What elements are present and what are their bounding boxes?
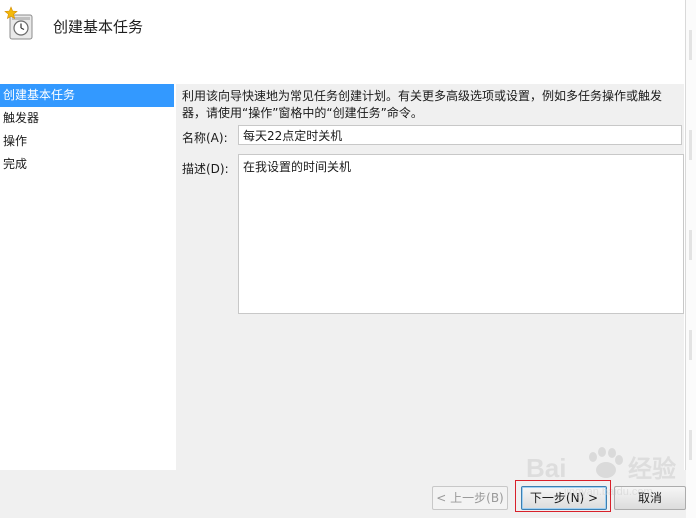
svg-text:经验: 经验 bbox=[628, 455, 676, 483]
name-input[interactable] bbox=[238, 125, 682, 145]
edge-mark bbox=[689, 330, 692, 360]
wizard-content-panel: 利用该向导快速地为常见任务创建计划。有关更多高级选项或设置，例如多任务操作或触发… bbox=[176, 84, 684, 484]
window-right-edge bbox=[685, 0, 696, 518]
baidu-jingyan-watermark: Bai 经验 jingyan.baidu.com bbox=[524, 443, 689, 501]
wizard-step-list: 创建基本任务 触发器 操作 完成 bbox=[0, 84, 174, 484]
nav-item-trigger[interactable]: 触发器 bbox=[0, 107, 174, 130]
wizard-header: 创建基本任务 bbox=[0, 0, 686, 56]
description-input[interactable]: 在我设置的时间关机 bbox=[238, 154, 684, 314]
nav-item-action[interactable]: 操作 bbox=[0, 130, 174, 153]
edge-mark bbox=[689, 30, 692, 60]
page-title: 创建基本任务 bbox=[53, 18, 144, 36]
nav-item-create-basic-task[interactable]: 创建基本任务 bbox=[0, 84, 174, 107]
name-label: 名称(A): bbox=[182, 131, 228, 145]
task-scheduler-clock-icon bbox=[4, 6, 34, 40]
edge-mark bbox=[689, 430, 692, 460]
edge-mark bbox=[689, 230, 692, 260]
nav-item-finish[interactable]: 完成 bbox=[0, 153, 174, 176]
description-label: 描述(D): bbox=[182, 162, 229, 176]
back-button[interactable]: < 上一步(B) bbox=[432, 486, 508, 510]
svg-text:jingyan.baidu.com: jingyan.baidu.com bbox=[563, 486, 653, 498]
intro-text: 利用该向导快速地为常见任务创建计划。有关更多高级选项或设置，例如多任务操作或触发… bbox=[182, 89, 663, 120]
edge-mark bbox=[689, 130, 692, 160]
svg-text:Bai: Bai bbox=[526, 453, 566, 483]
